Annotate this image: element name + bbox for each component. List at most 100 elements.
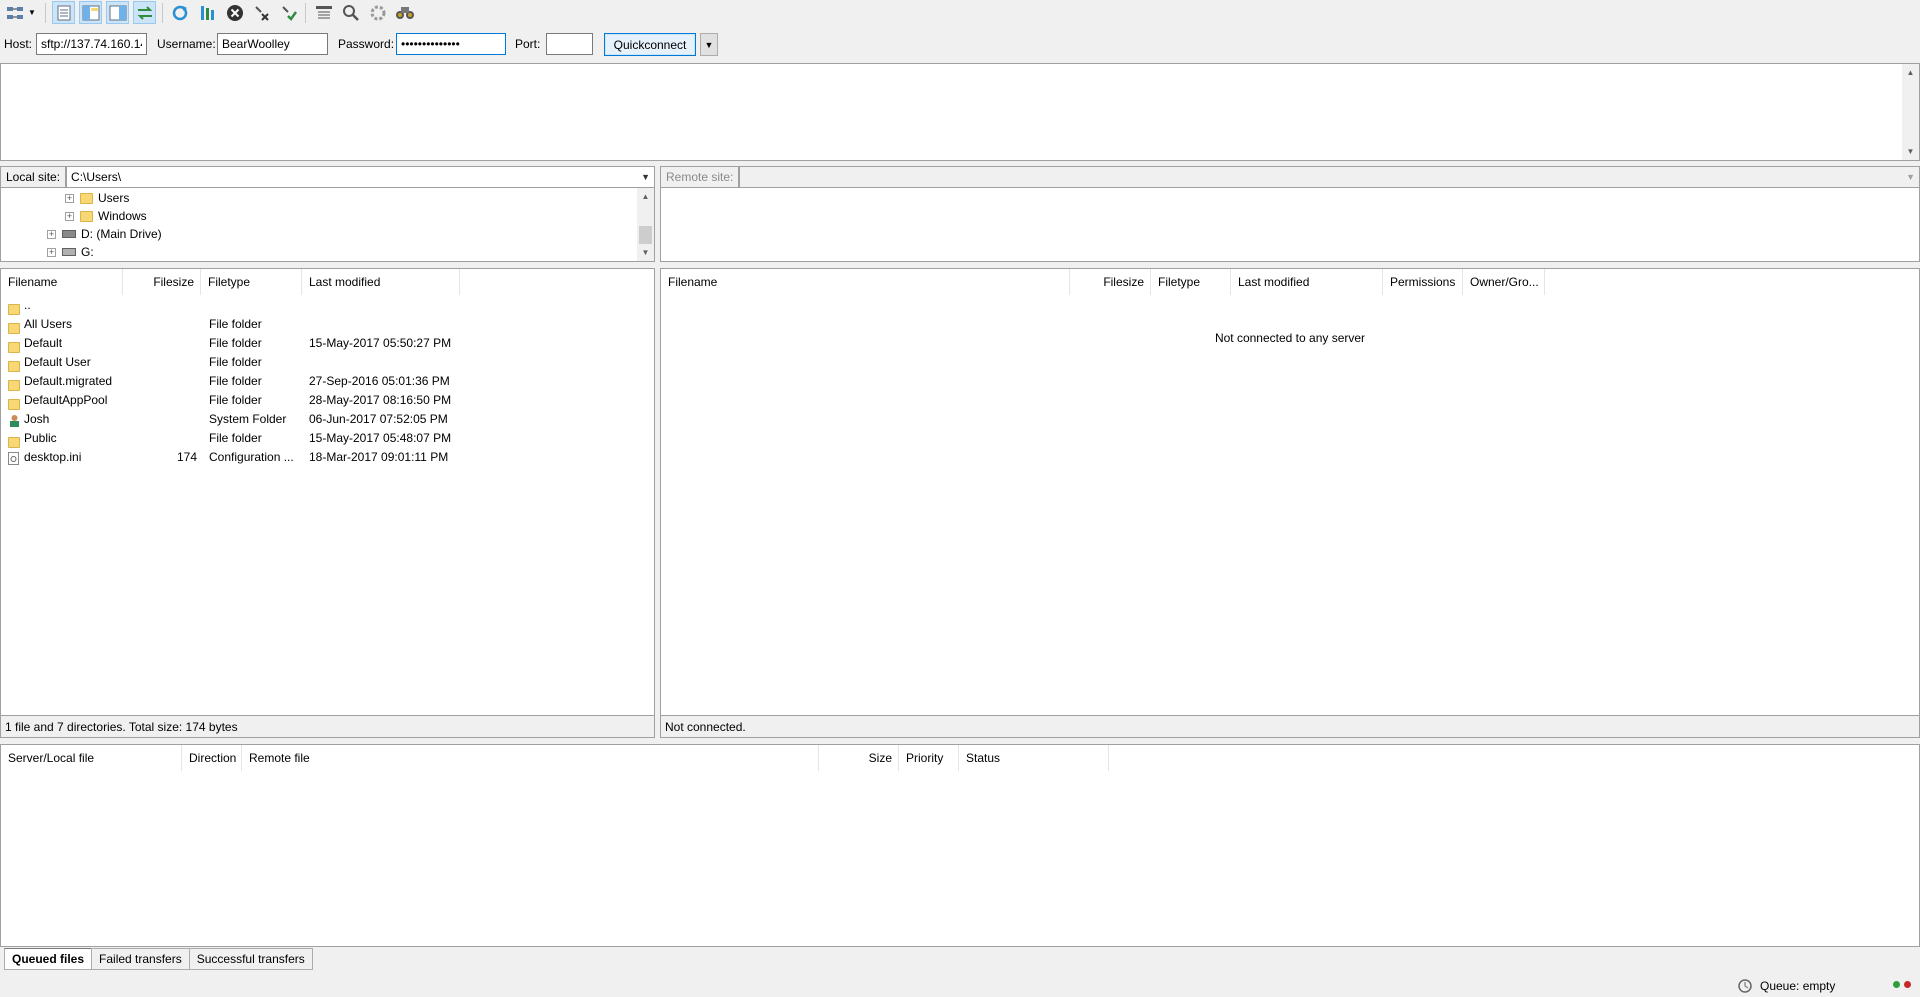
scroll-down-icon[interactable]: ▼ [1902, 143, 1919, 160]
remote-site-label: Remote site: [660, 166, 740, 188]
remote-directory-tree[interactable] [660, 188, 1920, 262]
port-label: Port: [515, 37, 541, 51]
column-header-direction[interactable]: Direction [182, 745, 242, 771]
tree-item-label: G: [81, 245, 94, 259]
host-label: Host: [4, 37, 33, 51]
column-header-last-modified[interactable]: Last modified [1231, 269, 1383, 295]
chevron-down-icon: ▼ [704, 39, 714, 50]
file-type: File folder [209, 355, 262, 369]
column-header-status[interactable]: Status [959, 745, 1109, 771]
message-log-scrollbar[interactable]: ▲ ▼ [1902, 64, 1919, 160]
message-log[interactable]: ▲ ▼ [0, 63, 1920, 161]
table-row[interactable]: Default User File folder [1, 353, 654, 373]
folder-icon [80, 210, 93, 222]
chevron-down-icon[interactable]: ▼ [1906, 167, 1915, 187]
column-header-permissions[interactable]: Permissions [1383, 269, 1463, 295]
file-type: Configuration ... [209, 450, 294, 464]
column-header-remote-file[interactable]: Remote file [242, 745, 819, 771]
file-modified: 18-Mar-2017 09:01:11 PM [309, 450, 449, 464]
local-file-list[interactable]: ^ Filename Filesize Filetype Last modifi… [0, 268, 655, 716]
local-site-path-combo[interactable]: C:\Users\ ▼ [66, 166, 655, 188]
search-icon[interactable] [393, 1, 416, 24]
column-header-filetype[interactable]: Filetype [1151, 269, 1231, 295]
tree-item-label: Users [98, 191, 130, 205]
password-label: Password: [338, 37, 395, 51]
column-header-filesize[interactable]: Filesize [1070, 269, 1151, 295]
tree-item-g-drive[interactable]: + G: [47, 243, 94, 261]
file-type: File folder [209, 317, 262, 331]
tree-item-users[interactable]: + Users [65, 189, 129, 207]
file-modified: 15-May-2017 05:48:07 PM [309, 431, 452, 445]
column-header-last-modified[interactable]: Last modified [302, 269, 460, 295]
sync-browse-icon[interactable] [366, 1, 389, 24]
column-header-filename[interactable]: Filename [661, 269, 1070, 295]
port-input[interactable] [546, 33, 593, 55]
quickconnect-button[interactable]: Quickconnect [604, 33, 696, 56]
scroll-thumb[interactable] [639, 226, 652, 244]
expand-icon[interactable]: + [65, 211, 74, 221]
tab-queued-files[interactable]: Queued files [4, 948, 93, 970]
queue-status-text: Queue: empty [1760, 979, 1836, 993]
message-log-toggle-icon[interactable] [52, 1, 75, 24]
table-row[interactable]: Public File folder 15-May-2017 05:48:07 PM [1, 429, 654, 449]
file-type: System Folder [209, 412, 287, 426]
process-queue-icon[interactable] [196, 1, 219, 24]
username-label: Username: [157, 37, 216, 51]
column-header-server-local-file[interactable]: Server/Local file [1, 745, 182, 771]
table-row[interactable]: Josh System Folder 06-Jun-2017 07:52:05 PM [1, 410, 654, 429]
expand-icon[interactable]: + [47, 247, 56, 257]
tree-item-windows[interactable]: + Windows [65, 207, 147, 225]
file-modified: 15-May-2017 05:50:27 PM [309, 336, 452, 350]
refresh-icon[interactable] [168, 1, 191, 24]
cancel-icon[interactable] [223, 1, 246, 24]
expand-icon[interactable]: + [47, 229, 56, 239]
table-row[interactable]: All Users File folder [1, 315, 654, 335]
transfer-queue[interactable]: Server/Local file Direction Remote file … [0, 744, 1920, 947]
queue-tabs: Queued files Failed transfers Successful… [4, 948, 313, 970]
toolbar-separator [45, 3, 46, 23]
tree-item-d-drive[interactable]: + D: (Main Drive) [47, 225, 162, 243]
table-row[interactable]: Default File folder 15-May-2017 05:50:27 P… [1, 334, 654, 354]
expand-icon[interactable]: + [65, 193, 74, 203]
filter-icon[interactable] [312, 1, 335, 24]
scroll-up-icon[interactable]: ▲ [637, 188, 654, 205]
file-name: Default.migrated [24, 374, 113, 388]
table-row[interactable]: Default.migrated File folder 27-Sep-2016 0… [1, 372, 654, 392]
transfer-queue-toggle-icon[interactable] [133, 1, 156, 24]
column-header-priority[interactable]: Priority [899, 745, 959, 771]
table-row[interactable]: .. [1, 296, 654, 316]
scroll-down-icon[interactable]: ▼ [637, 244, 654, 261]
remote-tree-toggle-icon[interactable] [106, 1, 129, 24]
column-header-owner-group[interactable]: Owner/Gro... [1463, 269, 1545, 295]
column-header-filename[interactable]: Filename [1, 269, 123, 295]
file-type: File folder [209, 393, 262, 407]
not-connected-message: Not connected to any server [1214, 331, 1366, 345]
reconnect-icon[interactable] [277, 1, 300, 24]
column-header-size[interactable]: Size [819, 745, 899, 771]
table-row[interactable]: DefaultAppPool File folder 28-May-2017 08:… [1, 391, 654, 411]
local-status-line: 1 file and 7 directories. Total size: 17… [0, 716, 655, 738]
dropdown-arrow-icon[interactable]: ▼ [26, 1, 38, 24]
local-directory-tree[interactable]: + Users + Windows + D: (Main Drive) + G:… [0, 188, 655, 262]
column-header-filetype[interactable]: Filetype [201, 269, 302, 295]
toggle-comparison-icon[interactable] [339, 1, 362, 24]
tab-failed-transfers[interactable]: Failed transfers [91, 948, 190, 970]
username-input[interactable] [217, 33, 328, 55]
column-header-filesize[interactable]: Filesize [123, 269, 201, 295]
scroll-up-icon[interactable]: ▲ [1902, 64, 1919, 81]
password-input[interactable] [396, 33, 506, 55]
file-size: 174 [176, 450, 197, 464]
local-tree-scrollbar[interactable]: ▲ ▼ [637, 188, 654, 261]
local-tree-toggle-icon[interactable] [79, 1, 102, 24]
quickconnect-history-dropdown[interactable]: ▼ [700, 33, 718, 56]
chevron-down-icon[interactable]: ▼ [641, 167, 650, 187]
host-input[interactable] [36, 33, 147, 55]
quickconnect-bar: Host: Username: Password: Port: Quickcon… [0, 30, 1920, 58]
remote-site-path-combo[interactable]: ▼ [739, 166, 1920, 188]
config-file-icon [8, 452, 20, 471]
remote-file-list[interactable]: ^ Filename Filesize Filetype Last modifi… [660, 268, 1920, 716]
disconnect-icon[interactable] [250, 1, 273, 24]
tab-successful-transfers[interactable]: Successful transfers [188, 948, 313, 970]
table-row[interactable]: desktop.ini 174 Configuration ... 18-Mar-20… [1, 448, 654, 467]
site-manager-icon[interactable] [3, 1, 26, 24]
